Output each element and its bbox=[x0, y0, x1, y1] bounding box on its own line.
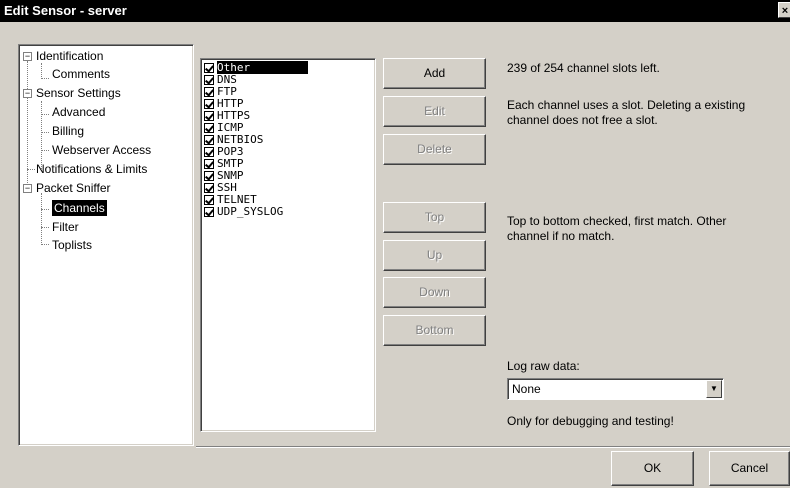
tree-item-notifications-limits[interactable]: Notifications & Limits bbox=[36, 161, 147, 177]
channel-item-udp-syslog[interactable]: UDP_SYSLOG bbox=[204, 206, 283, 218]
checkbox-checked-icon[interactable] bbox=[204, 99, 214, 109]
collapse-icon[interactable]: − bbox=[23, 184, 32, 193]
tree-item-packet-sniffer[interactable]: Packet Sniffer bbox=[36, 180, 110, 196]
tree-connector bbox=[41, 227, 49, 228]
tree-item-filter[interactable]: Filter bbox=[52, 219, 79, 235]
collapse-icon[interactable]: − bbox=[23, 52, 32, 61]
settings-tree[interactable]: − Identification Comments − Sensor Setti… bbox=[18, 44, 194, 446]
checkbox-checked-icon[interactable] bbox=[204, 135, 214, 145]
tree-connector bbox=[27, 169, 35, 170]
tree-item-sensor-settings[interactable]: Sensor Settings bbox=[36, 85, 121, 101]
checkbox-checked-icon[interactable] bbox=[204, 195, 214, 205]
checkbox-checked-icon[interactable] bbox=[204, 171, 214, 181]
move-top-button[interactable]: Top bbox=[383, 202, 486, 233]
edit-button[interactable]: Edit bbox=[383, 96, 486, 127]
slot-note-line-2: channel does not free a slot. bbox=[507, 113, 658, 127]
tree-item-webserver-access[interactable]: Webserver Access bbox=[52, 142, 151, 158]
slot-note-line-1: Each channel uses a slot. Deleting a exi… bbox=[507, 98, 746, 112]
ok-button[interactable]: OK bbox=[611, 451, 694, 486]
checkbox-checked-icon[interactable] bbox=[204, 75, 214, 85]
checkbox-checked-icon[interactable] bbox=[204, 207, 214, 217]
slots-left-text: 239 of 254 channel slots left. bbox=[507, 61, 660, 75]
tree-item-channels[interactable]: Channels bbox=[52, 200, 107, 216]
tree-connector bbox=[41, 209, 49, 210]
footer-separator bbox=[196, 446, 790, 448]
tree-item-comments[interactable]: Comments bbox=[52, 66, 110, 82]
tree-item-billing[interactable]: Billing bbox=[52, 123, 84, 139]
window-title: Edit Sensor - server bbox=[4, 3, 127, 18]
tree-connector bbox=[41, 132, 49, 133]
order-note-line-2: channel if no match. bbox=[507, 229, 615, 243]
tree-item-identification[interactable]: Identification bbox=[36, 48, 103, 64]
tree-item-advanced[interactable]: Advanced bbox=[52, 104, 105, 120]
move-down-button[interactable]: Down bbox=[383, 277, 486, 308]
tree-connector bbox=[41, 150, 49, 151]
cancel-button[interactable]: Cancel bbox=[709, 451, 790, 486]
tree-connector bbox=[41, 63, 42, 79]
log-raw-data-label: Log raw data: bbox=[507, 359, 580, 373]
checkbox-checked-icon[interactable] bbox=[204, 123, 214, 133]
checkbox-checked-icon[interactable] bbox=[204, 159, 214, 169]
tree-connector bbox=[41, 78, 49, 79]
collapse-icon[interactable]: − bbox=[23, 89, 32, 98]
order-note-line-1: Top to bottom checked, first match. Othe… bbox=[507, 214, 727, 228]
close-icon[interactable]: × bbox=[778, 2, 790, 18]
checkbox-checked-icon[interactable] bbox=[204, 87, 214, 97]
log-raw-data-value: None bbox=[512, 382, 541, 396]
tree-connector bbox=[41, 193, 42, 245]
title-bar: Edit Sensor - server × bbox=[0, 0, 790, 22]
checkbox-checked-icon[interactable] bbox=[204, 63, 214, 73]
checkbox-checked-icon[interactable] bbox=[204, 147, 214, 157]
delete-button[interactable]: Delete bbox=[383, 134, 486, 165]
checkbox-checked-icon[interactable] bbox=[204, 111, 214, 121]
checkbox-checked-icon[interactable] bbox=[204, 183, 214, 193]
tree-connector bbox=[41, 101, 42, 169]
tree-connector bbox=[41, 244, 49, 245]
add-button[interactable]: Add bbox=[383, 58, 486, 89]
channel-list[interactable]: Other DNS FTP HTTP HTTPS ICMP NETBIOS PO… bbox=[200, 58, 376, 432]
move-up-button[interactable]: Up bbox=[383, 240, 486, 271]
tree-item-toplists[interactable]: Toplists bbox=[52, 237, 92, 253]
channel-label: UDP_SYSLOG bbox=[217, 205, 284, 218]
debug-note-text: Only for debugging and testing! bbox=[507, 414, 674, 428]
log-raw-data-select[interactable]: None ▼ bbox=[507, 378, 724, 400]
move-bottom-button[interactable]: Bottom bbox=[383, 315, 486, 346]
tree-connector bbox=[41, 114, 49, 115]
dropdown-arrow-icon[interactable]: ▼ bbox=[706, 380, 722, 398]
